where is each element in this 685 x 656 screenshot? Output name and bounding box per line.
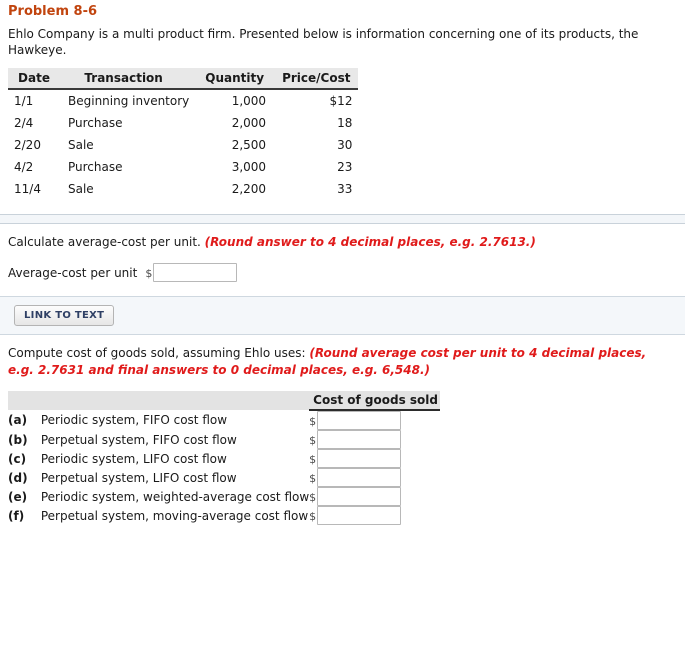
row-description: Perpetual system, LIFO cost flow [40, 470, 237, 485]
cell-price: 23 [337, 160, 353, 174]
cell-quantity: 2,000 [231, 116, 267, 130]
column-header-transaction: Transaction [62, 68, 196, 90]
dollar-sign-icon: $ [309, 510, 317, 523]
cell-date: 2/20 [14, 138, 41, 152]
row-letter: (f) [8, 508, 25, 523]
cell-date: 11/4 [14, 182, 41, 196]
average-cost-prompt: Calculate average-cost per unit. [8, 235, 201, 249]
cogs-input-e[interactable] [317, 487, 402, 506]
cell-transaction: Sale [68, 138, 94, 152]
row-description: Periodic system, weighted-average cost f… [40, 489, 310, 504]
average-cost-question: Calculate average-cost per unit. (Round … [0, 224, 685, 251]
dollar-sign-icon: $ [145, 267, 153, 280]
row-description: Periodic system, FIFO cost flow [40, 413, 228, 427]
cogs-answer-cell: $ [309, 430, 440, 449]
cell-price: $12 [329, 94, 353, 108]
cogs-answer-cell: $ [309, 410, 440, 430]
cell-quantity: 1,000 [231, 94, 267, 108]
link-to-text-band: LINK TO TEXT [0, 296, 685, 335]
cell-quantity: 3,000 [231, 160, 267, 174]
dollar-sign-icon: $ [309, 453, 317, 466]
row-letter: (b) [8, 432, 28, 447]
column-header-cost-of-goods-sold: Cost of goods sold [309, 391, 440, 411]
table-row: (a) Periodic system, FIFO cost flow $ [8, 410, 440, 430]
cogs-answer-cell: $ [309, 468, 440, 487]
inventory-table-header-row: Date Transaction Quantity Price/Cost [8, 68, 359, 90]
cell-transaction: Purchase [68, 160, 123, 174]
cell-date: 2/4 [14, 116, 34, 130]
cell-date: 4/2 [14, 160, 34, 174]
cogs-answer-cell: $ [309, 449, 440, 468]
link-to-text-button[interactable]: LINK TO TEXT [14, 305, 115, 326]
table-row: 2/20 Sale 2,500 30 [8, 134, 358, 156]
cogs-input-b[interactable] [317, 430, 402, 449]
cogs-header-spacer [8, 391, 310, 410]
row-description: Perpetual system, moving-average cost fl… [40, 508, 309, 523]
section-divider [0, 214, 685, 224]
column-header-quantity: Quantity [195, 68, 273, 90]
inventory-table: Date Transaction Quantity Price/Cost 1/1… [8, 68, 359, 200]
cogs-table: Cost of goods sold (a) Periodic system, … [8, 391, 440, 525]
table-row: 4/2 Purchase 3,000 23 [8, 156, 358, 178]
cell-quantity: 2,500 [231, 138, 267, 152]
inventory-table-container: Date Transaction Quantity Price/Cost 1/1… [0, 58, 685, 200]
row-letter: (c) [8, 451, 27, 466]
row-letter: (a) [8, 413, 28, 427]
cogs-answer-cell: $ [309, 487, 440, 506]
row-letter: (e) [8, 489, 28, 504]
average-cost-answer-row: Average-cost per unit $ [0, 251, 685, 282]
row-description: Perpetual system, FIFO cost flow [40, 432, 237, 447]
row-description: Periodic system, LIFO cost flow [40, 451, 227, 466]
cogs-question: Compute cost of goods sold, assuming Ehl… [0, 335, 685, 379]
average-cost-input[interactable] [153, 263, 238, 282]
cogs-input-d[interactable] [317, 468, 402, 487]
problem-intro-text: Ehlo Company is a multi product firm. Pr… [8, 27, 639, 57]
cogs-input-c[interactable] [317, 449, 402, 468]
average-cost-hint: (Round answer to 4 decimal places, e.g. … [204, 235, 536, 249]
cell-transaction: Beginning inventory [68, 94, 190, 108]
cell-quantity: 2,200 [231, 182, 267, 196]
dollar-sign-icon: $ [309, 434, 317, 447]
dollar-sign-icon: $ [309, 415, 317, 428]
table-row: (f) Perpetual system, moving-average cos… [8, 506, 440, 525]
dollar-sign-icon: $ [309, 472, 317, 485]
average-cost-answer-label: Average-cost per unit [8, 265, 138, 280]
cell-transaction: Purchase [68, 116, 123, 130]
table-row: (b) Perpetual system, FIFO cost flow $ [8, 430, 440, 449]
table-row: (d) Perpetual system, LIFO cost flow $ [8, 468, 440, 487]
row-letter: (d) [8, 470, 28, 485]
table-row: (c) Periodic system, LIFO cost flow $ [8, 449, 440, 468]
page-title: Problem 8-6 [8, 4, 98, 19]
table-row: 1/1 Beginning inventory 1,000 $12 [8, 89, 358, 112]
cogs-input-f[interactable] [317, 506, 402, 525]
table-row: 11/4 Sale 2,200 33 [8, 178, 358, 200]
cogs-prompt: Compute cost of goods sold, assuming Ehl… [8, 346, 306, 360]
cell-price: 33 [337, 182, 353, 196]
cell-transaction: Sale [68, 182, 94, 196]
table-row: 2/4 Purchase 2,000 18 [8, 112, 358, 134]
cogs-input-a[interactable] [317, 411, 402, 430]
cell-date: 1/1 [14, 94, 34, 108]
cogs-table-header-row: Cost of goods sold [8, 391, 440, 411]
cell-price: 18 [337, 116, 353, 130]
column-header-price-cost: Price/Cost [272, 68, 359, 90]
dollar-sign-icon: $ [309, 491, 317, 504]
cogs-table-container: Cost of goods sold (a) Periodic system, … [0, 379, 685, 525]
cogs-answer-cell: $ [309, 506, 440, 525]
cell-price: 30 [337, 138, 353, 152]
column-header-date: Date [8, 68, 62, 90]
table-row: (e) Periodic system, weighted-average co… [8, 487, 440, 506]
